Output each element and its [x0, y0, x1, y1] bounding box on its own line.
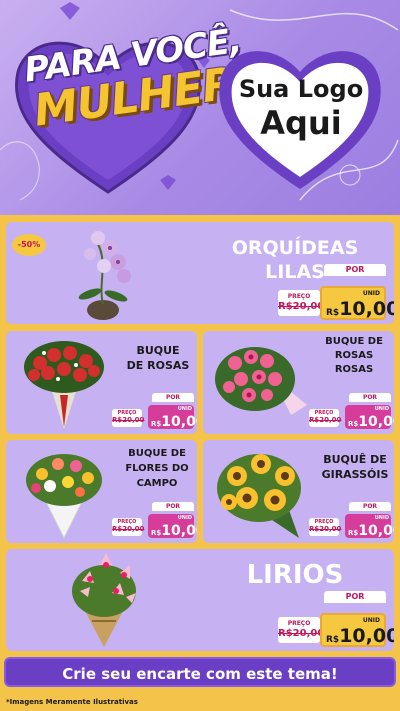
- product-name: BUQUE DE ROSAS ROSAS: [317, 335, 391, 377]
- price-tag: POR PREÇO R$20,00 R$10,00 UNID: [309, 393, 394, 430]
- price-tag: POR PREÇO R$20,00 R$10,00 UNID: [112, 393, 197, 430]
- unit-label: UNID: [177, 515, 192, 521]
- product-name-line-2: GIRASSÓIS: [321, 468, 389, 481]
- currency: R$: [151, 529, 162, 537]
- unit-label: UNID: [374, 406, 389, 412]
- product-name: BUQUE DE ROSAS: [122, 343, 194, 373]
- por-label: POR: [324, 264, 386, 276]
- new-price-box: R$10,00 UNID: [148, 405, 197, 430]
- wildflower-bouquet-image: [26, 454, 102, 540]
- por-label: POR: [349, 502, 391, 511]
- price-tag: POR PREÇO R$20,00 R$10,00 UNID: [278, 591, 394, 647]
- currency: R$: [151, 420, 162, 428]
- header-banner: PARA VOCÊ, MULHER Sua Logo Aqui: [0, 0, 400, 215]
- pink-rose-bouquet-image: [215, 347, 307, 415]
- currency: R$: [348, 420, 359, 428]
- old-price: R$20,00: [112, 416, 145, 424]
- product-name-line-1: BUQUE DE: [128, 448, 186, 459]
- new-price: 10,00: [339, 625, 394, 647]
- unit-label: UNID: [362, 617, 380, 624]
- price-tag: POR PREÇO R$20,00 R$10,00 UNID: [112, 502, 197, 539]
- new-price-box: R$10,00 UNID: [345, 405, 394, 430]
- rose-bouquet-image: [24, 341, 104, 429]
- por-label: POR: [152, 393, 194, 402]
- old-price: R$20,00: [309, 525, 342, 533]
- logo-line-1: Sua Logo: [238, 75, 364, 103]
- orchid-image: [78, 231, 131, 320]
- logo-placeholder[interactable]: Sua Logo Aqui: [226, 72, 376, 140]
- old-price-box: PREÇO R$20,00: [278, 617, 325, 643]
- old-price: R$20,00: [112, 525, 145, 533]
- create-flyer-cta-button[interactable]: Crie seu encarte com este tema!: [4, 657, 396, 687]
- por-label: POR: [349, 393, 391, 402]
- new-price: 10,00: [339, 298, 394, 320]
- por-label: POR: [324, 591, 386, 603]
- por-label: POR: [152, 502, 194, 511]
- product-name-line-2: DE ROSAS: [126, 359, 190, 372]
- old-price: R$20,00: [309, 416, 342, 424]
- product-name: BUQUÊ DE GIRASSÓIS: [319, 452, 391, 482]
- logo-line-2: Aqui: [260, 104, 342, 142]
- new-price-box: R$10,00 UNID: [345, 514, 394, 539]
- currency: R$: [348, 529, 359, 537]
- product-name-line-1: BUQUE DE: [325, 336, 383, 347]
- new-price: 10,00: [161, 414, 197, 430]
- product-card-orquideas[interactable]: -50% ORQUÍDEAS LILAS POR PREÇO R$20,00 R…: [6, 222, 394, 324]
- old-price-box: PREÇO R$20,00: [309, 518, 342, 536]
- old-price: R$20,00: [278, 301, 325, 312]
- lily-bouquet-image: [72, 553, 136, 647]
- product-name: BUQUE DE FLORES DO CAMPO: [120, 446, 194, 491]
- unit-label: UNID: [374, 515, 389, 521]
- product-card-buque-rosas-rosas[interactable]: BUQUE DE ROSAS ROSAS POR PREÇO R$20,00 R…: [203, 331, 394, 434]
- unit-label: UNID: [362, 290, 380, 297]
- unit-label: UNID: [177, 406, 192, 412]
- currency: R$: [326, 308, 340, 318]
- sunflower-bouquet-image: [217, 454, 301, 538]
- old-price-box: PREÇO R$20,00: [112, 409, 145, 427]
- new-price-box: R$10,00 UNID: [320, 286, 394, 320]
- new-price-box: R$10,00 UNID: [148, 514, 197, 539]
- product-card-girassois[interactable]: BUQUÊ DE GIRASSÓIS POR PREÇO R$20,00 R$1…: [203, 440, 394, 543]
- product-name-line-2: ROSAS: [334, 350, 374, 361]
- product-card-lirios[interactable]: LIRIOS POR PREÇO R$20,00 R$10,00 UNID: [6, 549, 394, 651]
- old-price: R$20,00: [278, 628, 325, 639]
- old-price-box: PREÇO R$20,00: [309, 409, 342, 427]
- product-name-line-2: FLORES DO: [125, 463, 189, 474]
- new-price: 10,00: [161, 523, 197, 539]
- currency: R$: [326, 635, 340, 645]
- price-tag: POR PREÇO R$20,00 R$10,00 UNID: [278, 264, 394, 320]
- disclaimer-text: *Imagens Meramente Ilustrativas: [6, 698, 138, 706]
- new-price: 10,00: [358, 523, 394, 539]
- old-price-box: PREÇO R$20,00: [112, 518, 145, 536]
- product-card-buque-rosas[interactable]: BUQUE DE ROSAS POR PREÇO R$20,00 R$10,00…: [6, 331, 197, 434]
- preco-label: PREÇO: [287, 293, 311, 300]
- discount-badge: -50%: [12, 234, 46, 256]
- product-card-flores-do-campo[interactable]: BUQUE DE FLORES DO CAMPO POR PREÇO R$20,…: [6, 440, 197, 543]
- price-tag: POR PREÇO R$20,00 R$10,00 UNID: [309, 502, 394, 539]
- product-name-line-1: BUQUE: [136, 344, 180, 357]
- old-price-box: PREÇO R$20,00: [278, 290, 325, 316]
- new-price-box: R$10,00 UNID: [320, 613, 394, 647]
- new-price: 10,00: [358, 414, 394, 430]
- preco-label: PREÇO: [287, 620, 311, 627]
- product-name: LIRIOS: [246, 560, 344, 590]
- product-name-line-3: CAMPO: [136, 478, 178, 489]
- product-name-line-1: BUQUÊ DE: [323, 453, 387, 466]
- product-name-line-3: ROSAS: [334, 364, 374, 375]
